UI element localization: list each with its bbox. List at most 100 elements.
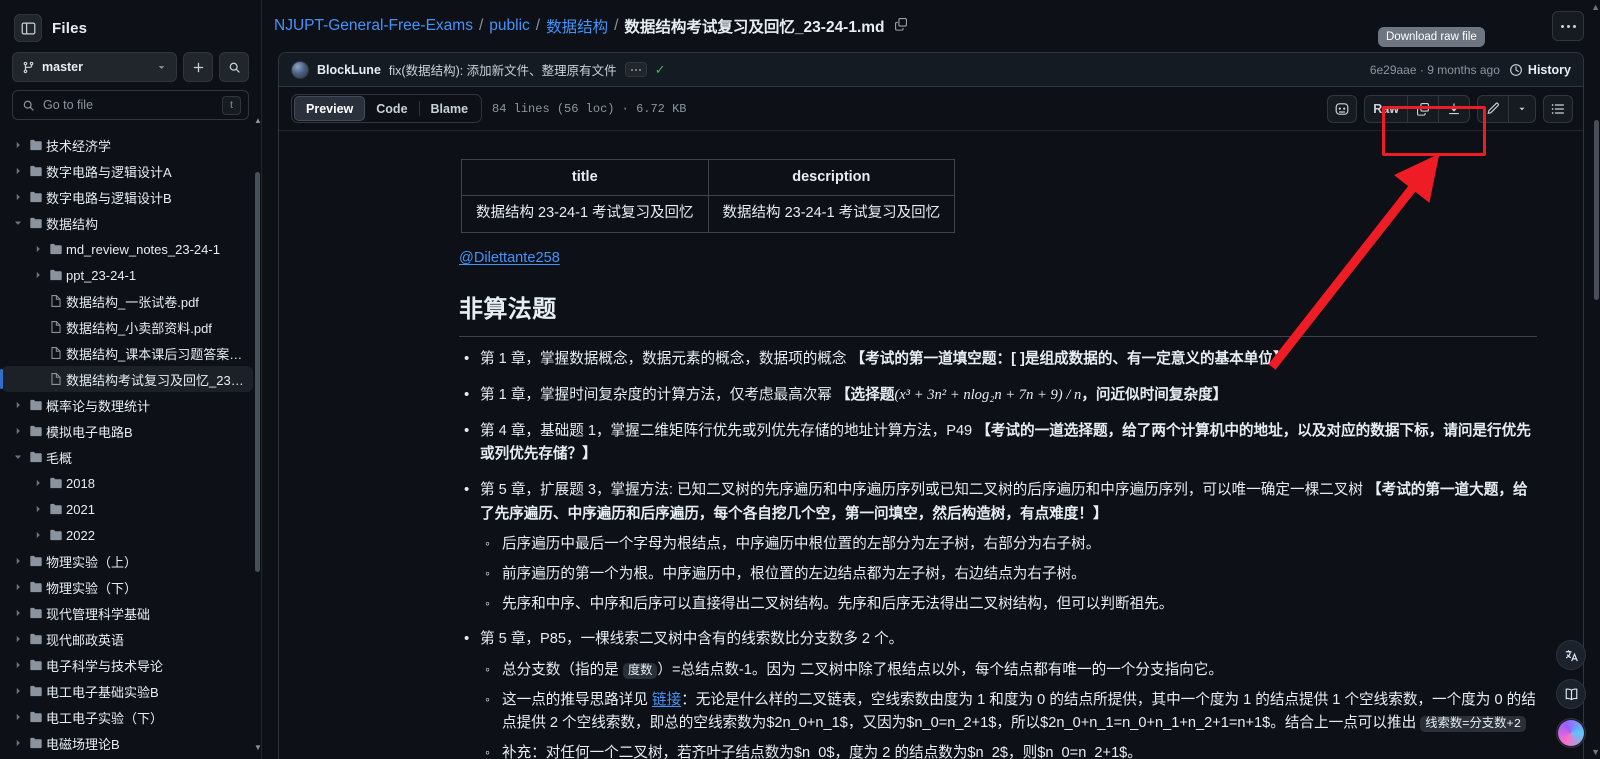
commit-expand-button[interactable] — [624, 62, 647, 77]
sidebar-header: Files — [0, 0, 261, 52]
tree-item-folder[interactable]: 物理实验（上） — [2, 548, 253, 574]
tree-item-file[interactable]: 数据结构_课本课后习题答案汇... — [2, 340, 253, 366]
tab-code[interactable]: Code — [365, 97, 418, 120]
commit-hash-and-time[interactable]: 6e29aae · 9 months ago — [1370, 63, 1500, 77]
breadcrumb-folder[interactable]: 数据结构 — [546, 15, 608, 37]
chevron-down-icon[interactable] — [10, 218, 26, 228]
breadcrumb-public[interactable]: public — [489, 17, 530, 35]
sidebar-toggle-icon[interactable] — [14, 14, 42, 42]
add-file-button[interactable] — [183, 52, 213, 82]
tree-item-file[interactable]: 数据结构_小卖部资料.pdf — [2, 314, 253, 340]
commit-author[interactable]: BlockLune — [317, 63, 381, 77]
chevron-right-icon[interactable] — [10, 556, 26, 566]
tree-item-folder[interactable]: 数字电路与逻辑设计A — [2, 158, 253, 184]
reference-link[interactable]: 链接 — [652, 692, 681, 708]
chevron-down-icon[interactable] — [10, 452, 26, 462]
commit-message[interactable]: fix(数据结构): 添加新文件、整理原有文件 — [389, 60, 617, 79]
copy-icon — [1417, 102, 1429, 116]
folder-icon — [26, 216, 46, 230]
page-scrollbar[interactable]: ▲ ▼ — [1591, 0, 1600, 759]
check-icon[interactable]: ✓ — [655, 62, 666, 78]
sidebar-scrollbar[interactable]: ▲ ▼ — [254, 116, 262, 752]
tree-item-folder[interactable]: 电子科学与技术导论 — [2, 652, 253, 678]
chevron-right-icon[interactable] — [10, 660, 26, 670]
copy-raw-button[interactable] — [1408, 95, 1439, 122]
tree-item-folder[interactable]: 毛概 — [2, 444, 253, 470]
edit-file-button[interactable] — [1478, 95, 1509, 122]
chevron-right-icon[interactable] — [10, 192, 26, 202]
edit-dropdown-button[interactable] — [1509, 96, 1535, 122]
file-icon — [46, 320, 66, 334]
chevron-right-icon[interactable] — [10, 634, 26, 644]
chevron-right-icon[interactable] — [10, 166, 26, 176]
branch-selector[interactable]: master — [12, 52, 177, 82]
scroll-up-arrow[interactable]: ▲ — [254, 116, 262, 125]
go-to-file-box[interactable]: t — [12, 90, 249, 120]
tree-item-folder[interactable]: md_review_notes_23-24-1 — [2, 236, 253, 262]
tree-item-file[interactable]: 数据结构_一张试卷.pdf — [2, 288, 253, 314]
more-options-button[interactable] — [1552, 11, 1584, 41]
chevron-right-icon[interactable] — [30, 270, 46, 280]
chevron-down-icon — [1519, 107, 1525, 110]
chevron-right-icon[interactable] — [10, 140, 26, 150]
chevron-right-icon[interactable] — [10, 400, 26, 410]
tab-preview[interactable]: Preview — [294, 96, 366, 121]
chevron-right-icon[interactable] — [30, 530, 46, 540]
git-branch-icon — [23, 61, 34, 73]
tree-item-folder[interactable]: 2018 — [2, 470, 253, 496]
file-tree[interactable]: 技术经济学数字电路与逻辑设计A 数字电路与逻辑设计B 数据结构 md_review_n… — [0, 130, 261, 759]
column-header-title: title — [461, 158, 709, 197]
inline-code: 度数 — [622, 662, 658, 679]
tree-item-folder[interactable]: 模拟电子电路B — [2, 418, 253, 444]
tree-item-label: 电工电子基础实验B — [46, 684, 159, 700]
chevron-right-icon[interactable] — [10, 738, 26, 748]
tree-item-folder[interactable]: 现代管理科学基础 — [2, 600, 253, 626]
ai-assistant-button[interactable] — [1556, 718, 1586, 748]
sidebar-search-button[interactable] — [219, 52, 249, 82]
copy-path-icon[interactable] — [894, 17, 908, 36]
sidebar-title: Files — [52, 19, 88, 37]
tree-item-folder[interactable]: 数据结构 — [2, 210, 253, 236]
tab-blame[interactable]: Blame — [420, 97, 480, 120]
tree-item-folder[interactable]: 数字电路与逻辑设计B — [2, 184, 253, 210]
tree-item-folder[interactable]: 物理实验（下） — [2, 574, 253, 600]
page-scroll-thumb[interactable] — [1594, 120, 1599, 300]
tree-item-folder[interactable]: 电工电子基础实验B — [2, 678, 253, 704]
chevron-right-icon[interactable] — [10, 608, 26, 618]
chevron-right-icon[interactable] — [30, 504, 46, 514]
tree-item-folder[interactable]: ppt_23-24-1 — [2, 262, 253, 288]
reader-button[interactable] — [1556, 679, 1586, 709]
cell-title: 数据结构 23-24-1 考试复习及回忆 — [461, 195, 709, 233]
tree-item-folder[interactable]: 现代邮政英语 — [2, 626, 253, 652]
chevron-right-icon[interactable] — [30, 244, 46, 254]
scroll-down-arrow[interactable]: ▼ — [254, 743, 262, 752]
tree-item-file[interactable]: 数据结构考试复习及回忆_23-2... — [0, 366, 253, 392]
search-input[interactable] — [43, 98, 214, 112]
tree-item-folder[interactable]: 2022 — [2, 522, 253, 548]
chevron-right-icon[interactable] — [10, 426, 26, 436]
tree-item-folder[interactable]: 电磁场理论B — [2, 730, 253, 756]
download-raw-button[interactable] — [1439, 96, 1469, 122]
chevron-right-icon[interactable] — [10, 712, 26, 722]
history-button[interactable]: History — [1509, 63, 1571, 77]
outline-toggle-button[interactable] — [1543, 94, 1573, 123]
translate-button[interactable] — [1556, 640, 1586, 670]
page-scroll-up-arrow[interactable]: ▲ — [1591, 2, 1600, 12]
page-scroll-down-arrow[interactable]: ▼ — [1591, 747, 1600, 757]
more-options-icon — [1560, 24, 1564, 28]
code-symbols-icon[interactable] — [1327, 94, 1358, 123]
author-mention-link[interactable]: @Dilettante258 — [459, 250, 560, 266]
tree-item-folder[interactable]: 电工电子实验（下） — [2, 704, 253, 730]
tree-item-folder[interactable]: 2021 — [2, 496, 253, 522]
chevron-right-icon[interactable] — [10, 582, 26, 592]
tree-item-folder[interactable]: 技术经济学 — [2, 132, 253, 158]
tree-item-label: 技术经济学 — [46, 138, 112, 154]
avatar[interactable] — [291, 60, 309, 79]
tree-item-folder[interactable]: 概率论与数理统计 — [2, 392, 253, 418]
raw-button[interactable]: Raw — [1365, 95, 1408, 122]
breadcrumb-repo[interactable]: NJUPT-General-Free-Exams — [274, 17, 473, 35]
chevron-right-icon[interactable] — [10, 686, 26, 696]
sidebar-scroll-thumb[interactable] — [255, 172, 260, 572]
view-mode-tabs[interactable]: Preview Code Blame — [291, 94, 483, 123]
chevron-right-icon[interactable] — [30, 478, 46, 488]
